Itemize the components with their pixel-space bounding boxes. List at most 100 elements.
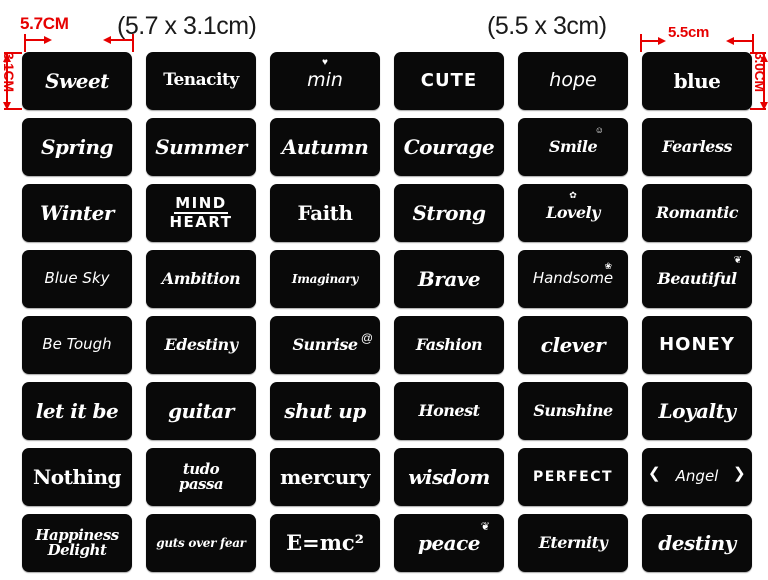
stencil-tile-label: Tenacity — [163, 70, 239, 91]
stencil-tile[interactable]: Beautiful ❦ — [642, 250, 752, 308]
stencil-tile-grid: Sweet Tenacity min ♥ CUTE hope blue Spring Summe… — [22, 52, 752, 572]
measure-line-left-a — [24, 39, 46, 41]
dimension-text-left: (5.7 x 3.1cm) — [117, 12, 257, 40]
stencil-tile[interactable]: guts over fear — [146, 514, 256, 572]
stencil-tile[interactable]: peace ❦ — [394, 514, 504, 572]
measure-line-right-b — [732, 40, 754, 42]
stencil-tile-label: Spring — [40, 134, 114, 159]
stencil-tile[interactable]: MIND HEART — [146, 184, 256, 242]
stencil-tile[interactable]: Autumn — [270, 118, 380, 176]
stencil-tile[interactable]: Be Tough — [22, 316, 132, 374]
stencil-tile[interactable]: Sunrise @ — [270, 316, 380, 374]
stencil-tile[interactable]: Edestiny — [146, 316, 256, 374]
stencil-tile-label: CUTE — [420, 69, 478, 91]
stencil-tile-label: HONEY — [659, 333, 735, 355]
stencil-tile-label: E=mc² — [286, 530, 364, 556]
stencil-tile-label: Blue Sky — [44, 269, 110, 288]
wings-icon: ❮ — [733, 465, 746, 482]
stencil-tile[interactable]: shut up — [270, 382, 380, 440]
stencil-tile-label: Loyalty — [658, 398, 736, 423]
stencil-tile[interactable]: Fashion — [394, 316, 504, 374]
stencil-tile[interactable]: Courage — [394, 118, 504, 176]
wings-icon: ❮ — [648, 465, 661, 482]
stencil-tile[interactable]: Winter — [22, 184, 132, 242]
stencil-tile[interactable]: Sunshine — [518, 382, 628, 440]
measure-arrow-left-right — [726, 37, 734, 45]
stencil-tile-label: blue — [673, 68, 721, 93]
stencil-tile-label: Handsome — [532, 269, 614, 288]
dimension-label-width-left: 5.7CM — [20, 14, 69, 33]
stencil-tile-label: Be Tough — [42, 335, 112, 354]
stencil-tile[interactable]: Handsome ❀ — [518, 250, 628, 308]
stencil-tile-label: Smile — [548, 136, 598, 156]
stencil-tile[interactable]: mercury — [270, 448, 380, 506]
stencil-tile-label: Winter — [40, 200, 114, 225]
stencil-tile-label: Eternity — [538, 532, 608, 552]
stencil-tile-label: Courage — [403, 134, 495, 159]
stencil-tile-label: MIND HEART — [169, 193, 233, 231]
stencil-tile[interactable]: Strong — [394, 184, 504, 242]
stencil-tile-label: wisdom — [408, 464, 490, 489]
stencil-tile[interactable]: Eternity — [518, 514, 628, 572]
stencil-tile[interactable]: wisdom — [394, 448, 504, 506]
measure-arrow-down-right — [760, 102, 768, 110]
dimension-annotations: 5.7CM (5.7 x 3.1cm) (5.5 x 3cm) 5.5cm — [0, 0, 768, 52]
stencil-tile[interactable]: Honest — [394, 382, 504, 440]
spiral-icon: @ — [360, 331, 373, 345]
stencil-tile-label: Honest — [418, 400, 481, 420]
stencil-tile[interactable]: Tenacity — [146, 52, 256, 110]
measure-arrow-up-left — [3, 54, 11, 62]
measure-tick-right-start — [640, 34, 642, 52]
measure-line-right-a — [640, 40, 660, 42]
stencil-tile[interactable]: Happiness Delight — [22, 514, 132, 572]
measure-arrow-down-left — [3, 102, 11, 110]
stencil-tile[interactable]: CUTE — [394, 52, 504, 110]
stencil-tile[interactable]: Summer — [146, 118, 256, 176]
stencil-tile[interactable]: HONEY — [642, 316, 752, 374]
stencil-tile-label: guts over fear — [156, 535, 246, 550]
stencil-tile[interactable]: Blue Sky — [22, 250, 132, 308]
stencil-tile[interactable]: Brave — [394, 250, 504, 308]
butterfly-icon: ❦ — [733, 255, 742, 266]
stencil-tile[interactable]: blue — [642, 52, 752, 110]
stencil-tile[interactable]: Sweet — [22, 52, 132, 110]
stencil-tile[interactable]: Lovely ✿ — [518, 184, 628, 242]
stencil-tile-label: min — [307, 69, 343, 92]
stencil-tile[interactable]: destiny — [642, 514, 752, 572]
stencil-tile[interactable]: PERFECT — [518, 448, 628, 506]
dimension-text-right: (5.5 x 3cm) — [487, 12, 607, 40]
stencil-tile[interactable]: Imaginary — [270, 250, 380, 308]
stencil-tile[interactable]: tudo passa — [146, 448, 256, 506]
stencil-tile[interactable]: Spring — [22, 118, 132, 176]
stencil-tile[interactable]: Faith — [270, 184, 380, 242]
stencil-tile-label: Ambition — [161, 268, 241, 288]
stencil-tile[interactable]: Angel ❮ ❮ — [642, 448, 752, 506]
measure-arrow-left-left — [103, 36, 111, 44]
stencil-tile-label: shut up — [284, 398, 366, 423]
stencil-tile-label: Angel — [675, 467, 719, 486]
stencil-tile-label: PERFECT — [532, 468, 614, 485]
measure-tick-right-end — [752, 34, 754, 52]
stencil-tile[interactable]: Romantic — [642, 184, 752, 242]
stencil-tile-label: Sweet — [45, 68, 109, 93]
stencil-tile[interactable]: clever — [518, 316, 628, 374]
stencil-tile[interactable]: let it be — [22, 382, 132, 440]
stencil-tile[interactable]: Loyalty — [642, 382, 752, 440]
stencil-tile[interactable]: E=mc² — [270, 514, 380, 572]
stencil-tile-label: Fashion — [415, 334, 483, 354]
stencil-tile-label: Strong — [412, 200, 486, 225]
stencil-tile[interactable]: guitar — [146, 382, 256, 440]
measure-arrow-right-left — [44, 36, 52, 44]
stencil-tile[interactable]: Nothing — [22, 448, 132, 506]
measure-tick-left-start — [24, 34, 26, 52]
stencil-tile-label: Happiness Delight — [35, 525, 119, 559]
stencil-tile-label: Lovely — [546, 202, 600, 222]
stencil-tile[interactable]: hope — [518, 52, 628, 110]
stencil-tile-label: Summer — [155, 134, 247, 159]
stencil-tile[interactable]: Smile ☺ — [518, 118, 628, 176]
stencil-tile[interactable]: Ambition — [146, 250, 256, 308]
stencil-tile-label: Imaginary — [291, 271, 359, 286]
stencil-tile[interactable]: Fearless — [642, 118, 752, 176]
stencil-tile-label: Faith — [297, 200, 353, 225]
stencil-tile[interactable]: min ♥ — [270, 52, 380, 110]
